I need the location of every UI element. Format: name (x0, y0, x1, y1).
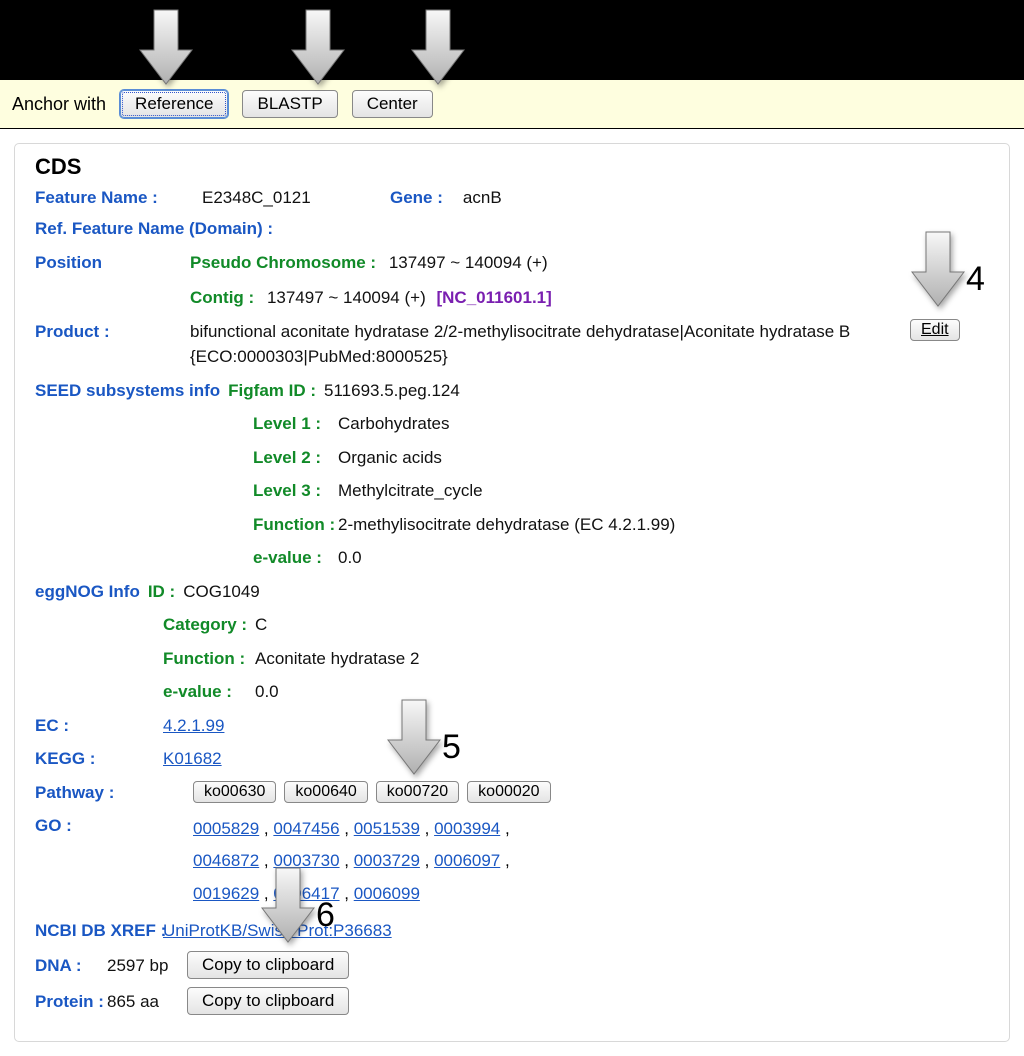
eggnog-evalue-value: 0.0 (255, 679, 279, 705)
contig-value: 137497 ~ 140094 (+) (267, 288, 426, 307)
product-label: Product : (35, 319, 190, 345)
figfam-id-label: Figfam ID : (228, 378, 316, 404)
figfam-id-value: 511693.5.peg.124 (324, 378, 460, 404)
seed-subsystems-label: SEED subsystems info (35, 378, 220, 404)
level3-value: Methylcitrate_cycle (338, 478, 483, 504)
edit-button[interactable]: Edit (910, 319, 960, 341)
eggnog-evalue-label: e-value : (163, 679, 255, 705)
eggnog-function-label: Function : (163, 646, 255, 672)
go-link-0046872[interactable]: 0046872 (193, 851, 259, 870)
cds-panel: CDS Feature Name : E2348C_0121 Gene : ac… (14, 143, 1010, 1042)
go-link-0006099[interactable]: 0006099 (354, 884, 420, 903)
pathway-label: Pathway : (35, 780, 163, 806)
dna-label: DNA : (35, 953, 107, 979)
go-link-0051539[interactable]: 0051539 (354, 819, 420, 838)
go-link-0019629[interactable]: 0019629 (193, 884, 259, 903)
ref-feature-name-label: Ref. Feature Name (Domain) : (35, 216, 273, 242)
pathway-button-ko00640[interactable]: ko00640 (284, 781, 367, 803)
go-label: GO : (35, 813, 163, 839)
position-label: Position (35, 250, 190, 276)
product-value: bifunctional aconitate hydratase 2/2-met… (190, 319, 890, 370)
seed-function-label: Function : (253, 512, 338, 538)
protein-label: Protein : (35, 989, 107, 1015)
ncbi-label: NCBI DB XREF : (35, 918, 163, 944)
level3-label: Level 3 : (253, 478, 338, 504)
ec-link[interactable]: 4.2.1.99 (163, 713, 224, 739)
seed-function-value: 2-methylisocitrate dehydratase (EC 4.2.1… (338, 512, 675, 538)
go-link-0006097[interactable]: 0006097 (434, 851, 500, 870)
pseudo-chromosome-label: Pseudo Chromosome : (190, 253, 376, 272)
feature-name-label: Feature Name : (35, 188, 190, 208)
eggnog-category-label: Category : (163, 612, 255, 638)
eggnog-id-value: COG1049 (183, 579, 260, 605)
contig-ref-link[interactable]: [NC_011601.1] (436, 288, 551, 307)
level1-value: Carbohydrates (338, 411, 450, 437)
reference-button[interactable]: Reference (120, 90, 228, 118)
copy-protein-button[interactable]: Copy to clipboard (187, 987, 349, 1015)
go-link-0005829[interactable]: 0005829 (193, 819, 259, 838)
anchor-with-label: Anchor with (12, 94, 106, 115)
eggnog-function-value: Aconitate hydratase 2 (255, 646, 419, 672)
protein-value: 865 aa (107, 989, 187, 1015)
gene-value: acnB (463, 188, 502, 208)
anchor-bar: Anchor with Reference BLASTP Center (0, 80, 1024, 129)
go-link-0003729[interactable]: 0003729 (354, 851, 420, 870)
go-link-0003730[interactable]: 0003730 (273, 851, 339, 870)
kegg-label: KEGG : (35, 746, 163, 772)
feature-name-value: E2348C_0121 (202, 188, 311, 208)
eggnog-info-label: eggNOG Info (35, 579, 140, 605)
blastp-button[interactable]: BLASTP (242, 90, 337, 118)
gene-label: Gene : (390, 188, 443, 208)
seed-evalue-label: e-value : (253, 545, 338, 571)
eggnog-id-label: ID : (148, 579, 175, 605)
ncbi-link[interactable]: UniProtKB/Swiss-Prot:P36683 (163, 918, 392, 944)
level2-label: Level 2 : (253, 445, 338, 471)
copy-dna-button[interactable]: Copy to clipboard (187, 951, 349, 979)
eggnog-category-value: C (255, 612, 267, 638)
go-link-0047456[interactable]: 0047456 (273, 819, 339, 838)
kegg-link[interactable]: K01682 (163, 746, 222, 772)
go-link-0003994[interactable]: 0003994 (434, 819, 500, 838)
pathway-button-ko00020[interactable]: ko00020 (467, 781, 550, 803)
level1-label: Level 1 : (253, 411, 338, 437)
pathway-button-ko00720[interactable]: ko00720 (376, 781, 459, 803)
contig-label: Contig : (190, 288, 254, 307)
level2-value: Organic acids (338, 445, 442, 471)
pseudo-chromosome-value: 137497 ~ 140094 (+) (389, 253, 548, 272)
go-link-0006417[interactable]: 0006417 (273, 884, 339, 903)
center-button[interactable]: Center (352, 90, 433, 118)
pathway-button-ko00630[interactable]: ko00630 (193, 781, 276, 803)
top-black-bar (0, 0, 1024, 80)
seed-evalue-value: 0.0 (338, 545, 362, 571)
ec-label: EC : (35, 713, 163, 739)
panel-title: CDS (35, 154, 989, 180)
dna-value: 2597 bp (107, 953, 187, 979)
